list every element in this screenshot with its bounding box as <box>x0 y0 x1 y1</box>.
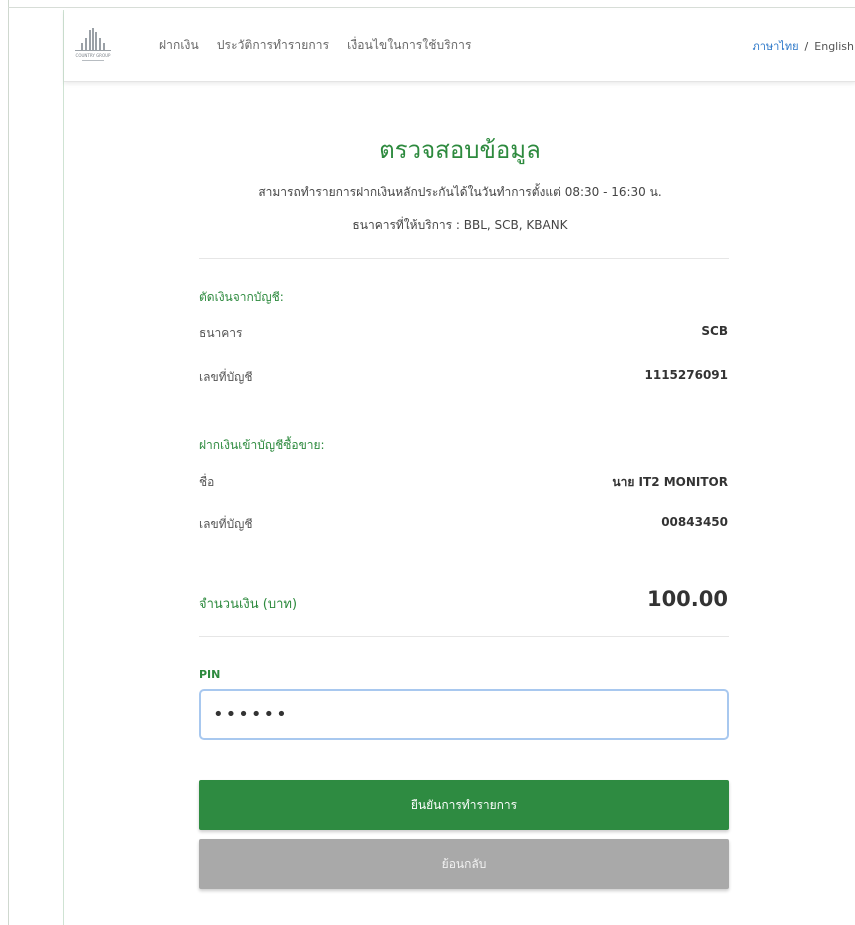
back-button[interactable]: ย้อนกลับ <box>199 839 729 889</box>
confirm-transaction-button[interactable]: ยืนยันการทำรายการ <box>199 780 729 830</box>
nav-link-history[interactable]: ประวัติการทำรายการ <box>217 36 329 55</box>
supported-banks-note: ธนาคารที่ให้บริการ : BBL, SCB, KBANK <box>352 218 568 232</box>
page-title: ตรวจสอบข้อมูล <box>379 136 541 164</box>
debit-account-label: เลขที่บัญชี <box>199 370 253 384</box>
divider-bottom <box>199 636 729 637</box>
debit-bank-label: ธนาคาร <box>199 326 243 340</box>
lang-separator: / <box>804 40 809 53</box>
debit-bank-value: SCB <box>701 324 728 338</box>
divider-top <box>199 258 729 259</box>
top-navbar: COUNTRY GROUP ฝากเงิน ประวัติการทำรายการ… <box>64 10 855 82</box>
service-hours-note: สามารถทำรายการฝากเงินหลักประกันได้ในวันท… <box>258 185 662 199</box>
frame-top-border <box>8 7 855 8</box>
logo-text: COUNTRY GROUP <box>76 53 111 58</box>
debit-account-value: 1115276091 <box>644 368 729 382</box>
nav-link-deposit[interactable]: ฝากเงิน <box>159 36 199 55</box>
deposit-account-value: 00843450 <box>661 515 728 529</box>
nav-links: ฝากเงิน ประวัติการทำรายการ เงื่อนไขในการ… <box>159 36 490 55</box>
debit-section-title: ตัดเงินจากบัญชี: <box>199 290 284 304</box>
frame-left-border <box>8 0 9 925</box>
deposit-name-label: ชื่อ <box>199 475 215 489</box>
language-switcher: ภาษาไทย / English <box>752 37 854 55</box>
main-panel: COUNTRY GROUP ฝากเงิน ประวัติการทำรายการ… <box>63 10 855 925</box>
deposit-section-title: ฝากเงินเข้าบัญชีซื้อขาย: <box>199 438 325 452</box>
pin-input[interactable] <box>199 689 729 740</box>
amount-value: 100.00 <box>646 587 728 611</box>
deposit-name-value: นาย IT2 MONITOR <box>612 475 728 489</box>
nav-link-terms[interactable]: เงื่อนไขในการใช้บริการ <box>347 36 471 55</box>
amount-label: จำนวนเงิน (บาท) <box>199 597 298 612</box>
pin-label: PIN <box>199 668 221 681</box>
building-logo-icon[interactable]: COUNTRY GROUP <box>72 26 114 66</box>
lang-english-link[interactable]: English <box>814 40 854 53</box>
lang-thai-link[interactable]: ภาษาไทย <box>752 40 798 53</box>
deposit-account-label: เลขที่บัญชี <box>199 517 253 531</box>
